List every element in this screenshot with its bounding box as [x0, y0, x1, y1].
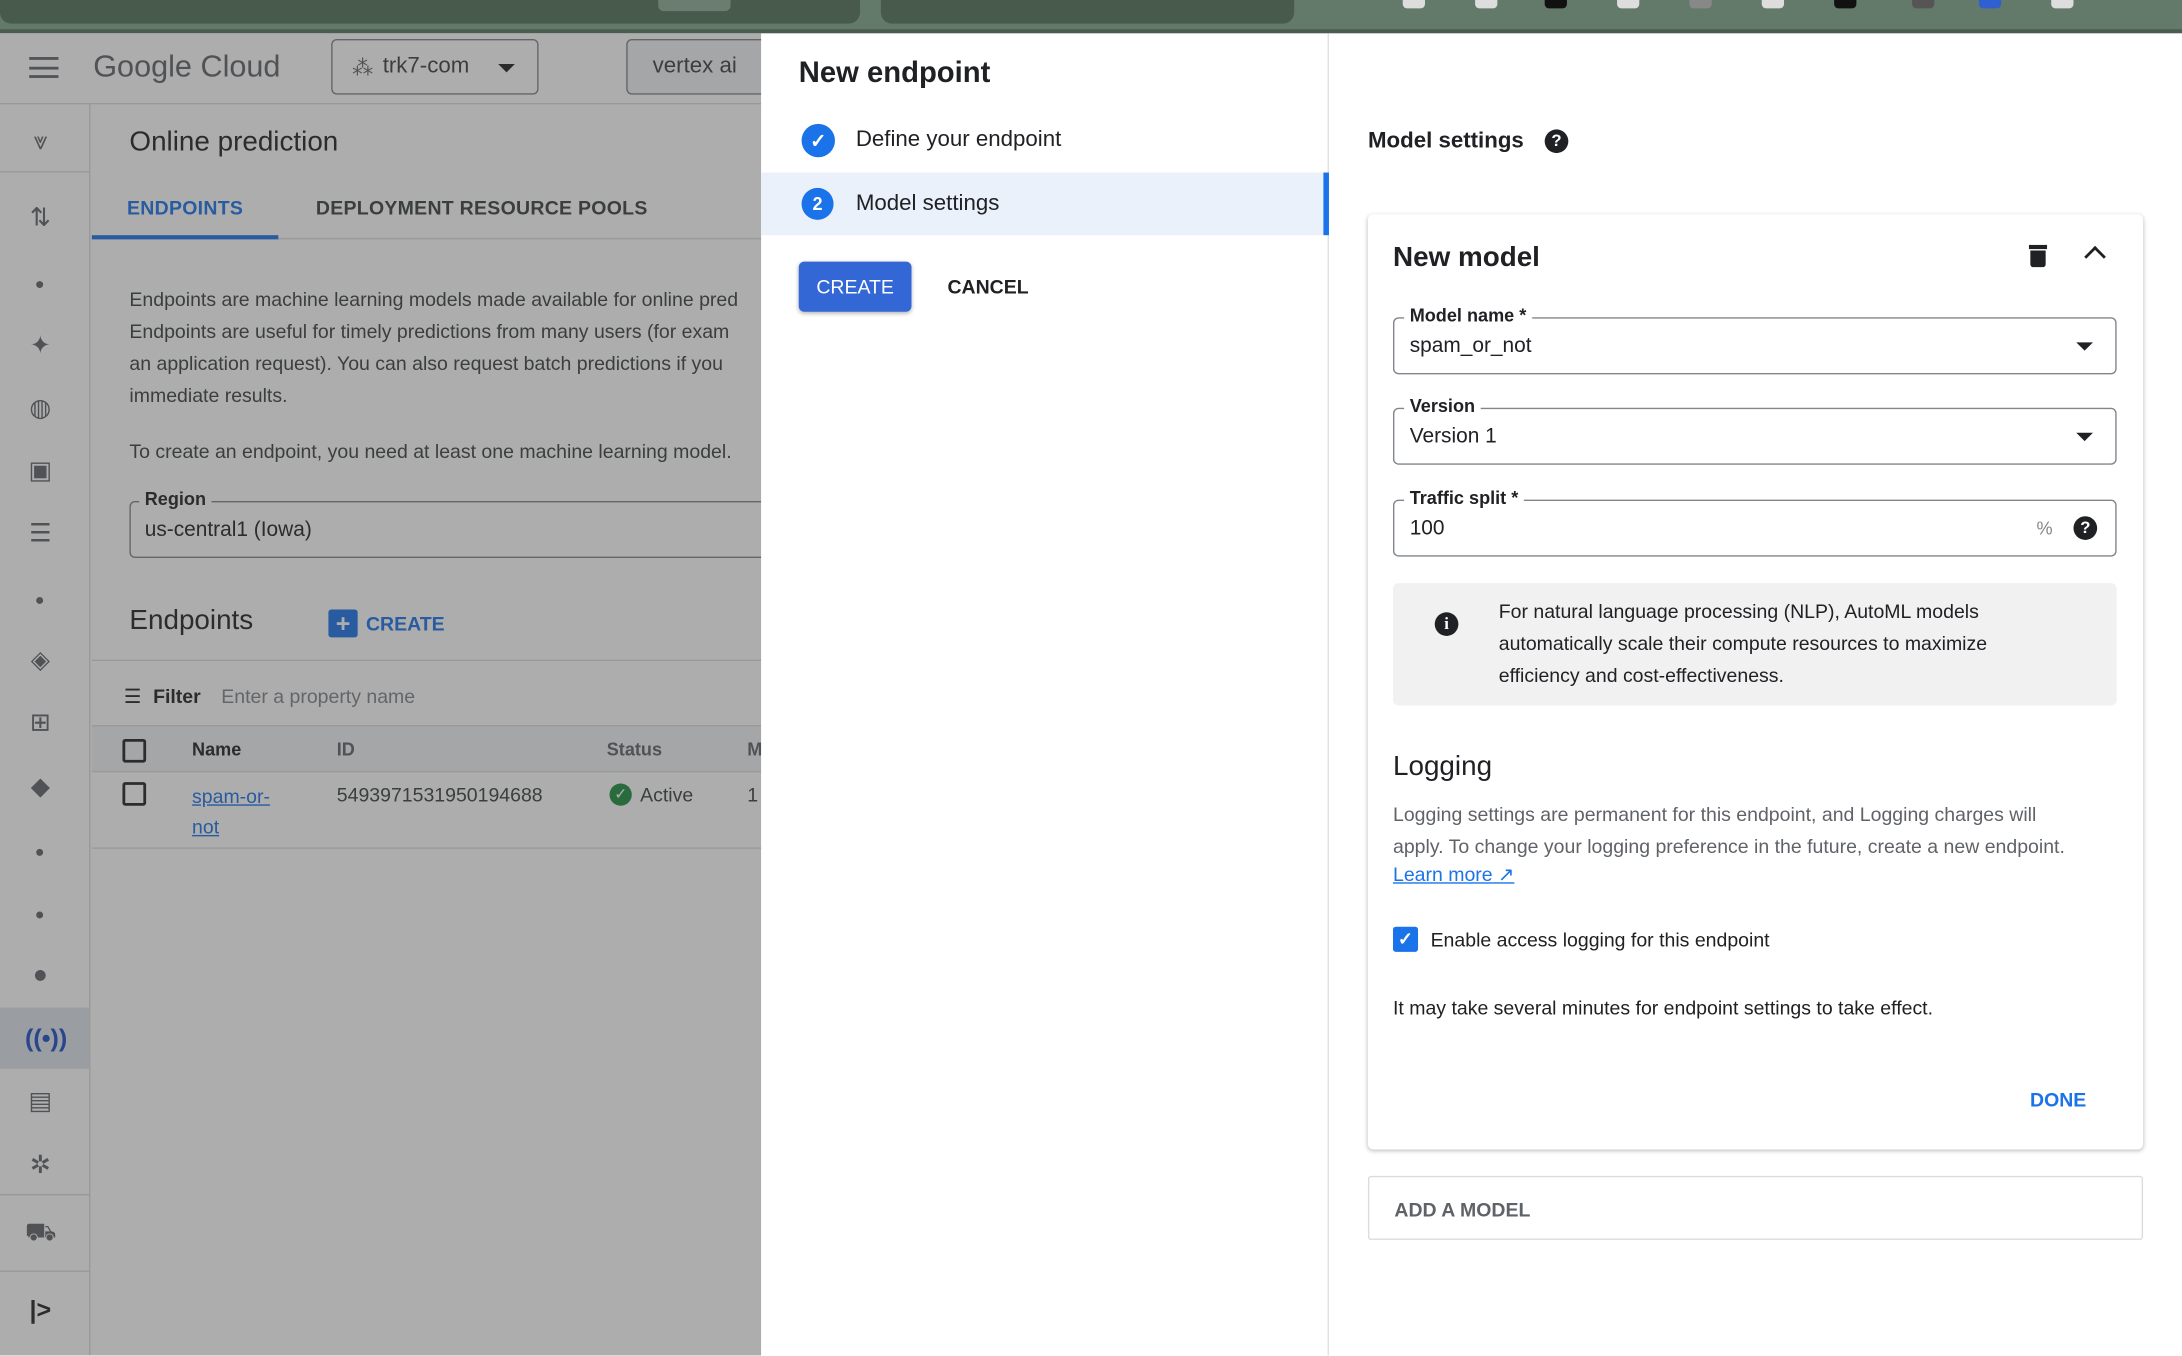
extension-icon[interactable] — [1834, 0, 1857, 9]
extension-icon[interactable] — [1912, 0, 1935, 9]
zoom-badge[interactable] — [658, 0, 731, 12]
browser-toolbar — [0, 0, 2182, 34]
extension-icon[interactable] — [1544, 0, 1567, 9]
create-button[interactable]: CREATE — [798, 261, 912, 312]
help-icon[interactable]: ? — [1544, 129, 1569, 154]
extension-icon[interactable] — [2051, 0, 2074, 9]
learn-more-text: Learn more — [1392, 862, 1493, 886]
info-icon: i — [1434, 612, 1459, 636]
version-select[interactable]: Version Version 1 — [1392, 395, 2117, 465]
traffic-split-label: Traffic split * — [1404, 487, 1524, 508]
cancel-button[interactable]: CANCEL — [934, 262, 1043, 312]
extension-icon[interactable] — [1617, 0, 1640, 9]
traffic-split-value: 100 — [1409, 516, 1445, 540]
model-name-select[interactable]: Model name * spam_or_not — [1392, 304, 2117, 375]
help-icon[interactable]: ? — [2073, 516, 2098, 540]
model-settings-panel: Model settings ? New model Model name * … — [1328, 33, 2182, 1356]
dropdown-arrow-icon — [2076, 342, 2093, 351]
new-model-card: New model Model name * spam_or_not Versi… — [1367, 214, 2144, 1150]
browser-tab[interactable] — [880, 0, 1295, 24]
scrim-overlay[interactable] — [0, 33, 762, 1356]
add-model-label: ADD A MODEL — [1394, 1198, 1531, 1221]
step-number-icon: 2 — [801, 187, 834, 220]
address-bar[interactable] — [0, 0, 861, 24]
logging-checkbox[interactable]: ✓ — [1392, 926, 1419, 952]
add-model-button[interactable]: ADD A MODEL — [1367, 1175, 2144, 1240]
info-text: For natural language processing (NLP), A… — [1498, 599, 1988, 687]
extension-icon[interactable] — [1761, 0, 1785, 9]
step-label: Model settings — [855, 192, 1000, 216]
logging-heading: Logging — [1392, 751, 1493, 783]
version-value: Version 1 — [1409, 424, 1497, 449]
step-define-endpoint[interactable]: ✓ Define your endpoint — [761, 110, 1329, 173]
version-label: Version — [1404, 395, 1481, 417]
drawer-title: New endpoint — [798, 57, 991, 90]
settings-notice: It may take several minutes for endpoint… — [1392, 996, 1934, 1019]
model-name-label: Model name * — [1404, 304, 1532, 326]
extension-icon[interactable] — [1402, 0, 1425, 9]
new-endpoint-stepper: New endpoint ✓ Define your endpoint 2 Mo… — [761, 33, 1329, 1356]
logging-description: Logging settings are permanent for this … — [1392, 802, 2065, 858]
model-name-value: spam_or_not — [1409, 333, 1532, 358]
card-title: New model — [1392, 242, 1540, 273]
extension-icon[interactable] — [1689, 0, 1712, 9]
step-model-settings[interactable]: 2 Model settings — [761, 172, 1329, 236]
delete-icon[interactable] — [2028, 244, 2048, 268]
step-label: Define your endpoint — [855, 128, 1062, 152]
dropdown-arrow-icon — [2076, 432, 2093, 442]
info-banner: i For natural language processing (NLP),… — [1392, 583, 2117, 706]
percent-suffix: % — [2036, 517, 2053, 539]
external-link-icon: ↗ — [1498, 862, 1515, 886]
model-settings-heading: Model settings — [1367, 129, 1524, 154]
collapse-icon[interactable] — [2084, 245, 2106, 268]
extension-icon[interactable] — [1475, 0, 1498, 9]
logging-checkbox-label[interactable]: Enable access logging for this endpoint — [1431, 928, 1770, 950]
extension-icon[interactable] — [1978, 0, 2002, 9]
traffic-split-input[interactable]: Traffic split * 100 % ? — [1392, 487, 2117, 557]
learn-more-link[interactable]: Learn more ↗ — [1393, 863, 1514, 887]
done-button[interactable]: DONE — [2016, 1074, 2099, 1124]
step-complete-icon: ✓ — [801, 123, 835, 158]
